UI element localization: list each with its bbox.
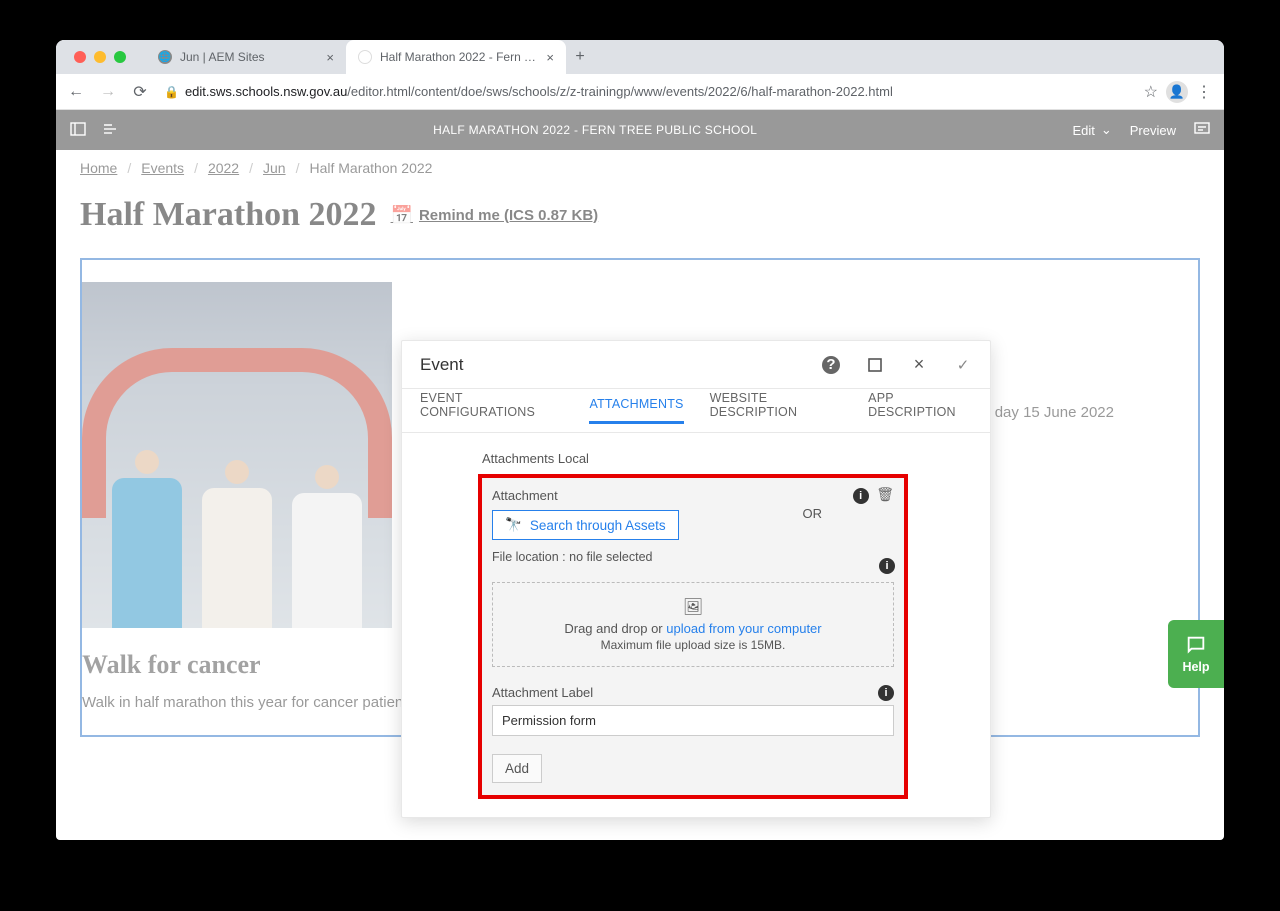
address-bar-row: ← → ⟳ 🔒 edit.sws.schools.nsw.gov.au/edit… (56, 74, 1224, 110)
close-window[interactable] (74, 51, 86, 63)
attachments-local-label: Attachments Local (482, 451, 972, 466)
close-icon[interactable]: × (910, 356, 928, 374)
tab-app-description[interactable]: APP DESCRIPTION (868, 391, 972, 431)
info-icon[interactable]: i (878, 685, 894, 701)
forward-button[interactable]: → (96, 80, 120, 104)
trash-icon[interactable]: 🗑 (876, 486, 894, 502)
fullscreen-icon[interactable] (866, 356, 884, 374)
site-favicon (358, 50, 372, 64)
page-viewport: HALF MARATHON 2022 - FERN TREE PUBLIC SC… (56, 110, 1224, 840)
back-button[interactable]: ← (64, 80, 88, 104)
attachment-label: Attachment (492, 488, 558, 503)
attachment-label-input[interactable] (492, 705, 894, 736)
close-tab-icon[interactable]: × (546, 50, 554, 65)
tab-title: Half Marathon 2022 - Fern Tre (380, 50, 538, 64)
tab-bar: 🌐 Jun | AEM Sites × Half Marathon 2022 -… (56, 40, 1224, 74)
tab-attachments[interactable]: ATTACHMENTS (589, 397, 683, 424)
drop-text: Drag and drop or (564, 621, 666, 636)
search-through-assets-button[interactable]: 🔭 Search through Assets (492, 510, 679, 540)
tab-event-configurations[interactable]: EVENT CONFIGURATIONS (420, 391, 563, 431)
browser-window: 🌐 Jun | AEM Sites × Half Marathon 2022 -… (56, 40, 1224, 840)
info-icon[interactable]: i (853, 488, 869, 504)
new-tab-button[interactable]: + (566, 40, 594, 74)
dialog-title: Event (420, 355, 463, 375)
dialog-tabs: EVENT CONFIGURATIONS ATTACHMENTS WEBSITE… (402, 389, 990, 433)
confirm-icon[interactable]: ✓ (954, 356, 972, 374)
close-tab-icon[interactable]: × (326, 50, 334, 65)
reload-button[interactable]: ⟳ (128, 80, 152, 104)
binoculars-icon: 🔭 (505, 517, 522, 533)
file-drop-zone[interactable]: i 🖼 Drag and drop or upload from your co… (492, 582, 894, 667)
lock-icon: 🔒 (164, 85, 179, 99)
maximize-window[interactable] (114, 51, 126, 63)
add-button[interactable]: Add (492, 754, 542, 783)
browser-tab-aem-sites[interactable]: 🌐 Jun | AEM Sites × (146, 40, 346, 74)
image-icon: 🖼 (507, 597, 879, 617)
upload-link[interactable]: upload from your computer (666, 621, 821, 636)
url-domain: edit.sws.schools.nsw.gov.au (185, 84, 347, 99)
info-icon[interactable]: i (879, 558, 895, 574)
attachment-form-highlight: Attachment i 🗑 OR 🔭 Search through Asset… (478, 474, 908, 799)
browser-tab-half-marathon[interactable]: Half Marathon 2022 - Fern Tre × (346, 40, 566, 74)
event-dialog: Event ? × ✓ EVENT CONFIGURATIONS ATTACHM… (401, 340, 991, 818)
tab-website-description[interactable]: WEBSITE DESCRIPTION (710, 391, 843, 431)
star-icon[interactable]: ☆ (1144, 82, 1158, 102)
globe-icon: 🌐 (158, 50, 172, 64)
window-controls (64, 51, 136, 63)
or-separator: OR (803, 506, 823, 521)
file-location-text: File location : no file selected (492, 550, 894, 564)
menu-icon[interactable]: ⋮ (1196, 82, 1212, 102)
attachment-label-field-label: Attachment Label (492, 685, 593, 701)
url-path: /editor.html/content/doe/sws/schools/z/z… (347, 84, 893, 99)
minimize-window[interactable] (94, 51, 106, 63)
address-bar[interactable]: 🔒 edit.sws.schools.nsw.gov.au/editor.htm… (160, 84, 1136, 99)
help-widget[interactable]: Help (1168, 620, 1224, 688)
tab-title: Jun | AEM Sites (180, 50, 318, 64)
help-icon[interactable]: ? (822, 356, 840, 374)
chat-icon (1185, 634, 1207, 656)
max-upload-text: Maximum file upload size is 15MB. (507, 638, 879, 652)
profile-icon[interactable]: 👤 (1166, 81, 1188, 103)
